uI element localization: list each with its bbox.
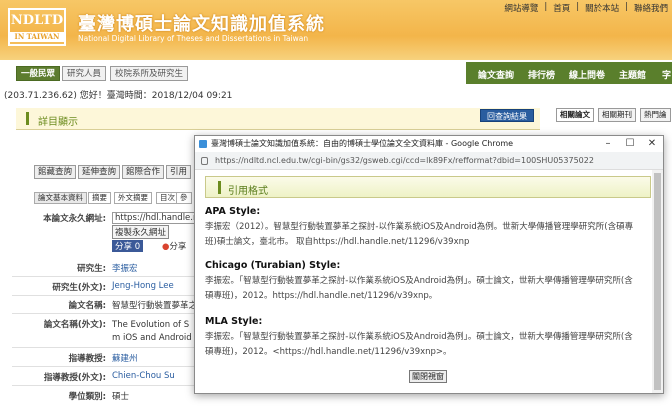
advisor-name[interactable]: 蘇建州 bbox=[112, 352, 138, 364]
link-sitemap[interactable]: 網站導覽 bbox=[504, 2, 538, 14]
tab-popular[interactable]: 熱門論 bbox=[640, 108, 671, 122]
close-window-button[interactable]: 關閉視窗 bbox=[409, 370, 447, 383]
mla-citation-line1: 李振宏。「智慧型行動裝置夢革之探討-以作業系統iOS及Android為例」。碩士… bbox=[205, 332, 633, 342]
back-to-results-button[interactable]: 回查詢結果 bbox=[480, 109, 534, 122]
window-title: 臺灣博碩士論文知識加值系統：自由的博碩士學位論文全文資料庫 - Google C… bbox=[195, 136, 595, 152]
link-home[interactable]: 首頁 bbox=[553, 2, 570, 14]
ndltd-logo[interactable]: NDLTD IN TAIWAN bbox=[8, 8, 66, 46]
chicago-style-label: Chicago (Turabian) Style: bbox=[205, 260, 341, 271]
permalink-field[interactable]: https://hdl.handle.net bbox=[112, 212, 196, 224]
nav-font[interactable]: 字 bbox=[662, 68, 671, 81]
apa-style-label: APA Style: bbox=[205, 206, 261, 217]
mla-style-label: MLA Style: bbox=[205, 316, 263, 327]
student-name-foreign[interactable]: Jeng-Hong Lee bbox=[112, 281, 174, 291]
thesis-title: 智慧型行動裝置夢革之 bbox=[112, 301, 198, 311]
advisor-name-foreign[interactable]: Chien-Chou Su bbox=[112, 371, 175, 381]
divider bbox=[12, 276, 202, 277]
mode-researcher[interactable]: 研究人員 bbox=[62, 66, 107, 81]
divider bbox=[12, 347, 202, 348]
site-title: 臺灣博碩士論文知識加值系統 bbox=[78, 14, 325, 35]
detail-header: 詳目顯示 bbox=[16, 108, 540, 130]
label-student: 研究生: bbox=[77, 264, 106, 274]
tab-cite[interactable]: 引用 bbox=[166, 165, 192, 179]
label-advisor: 指導教授: bbox=[68, 354, 106, 364]
site-subtitle: National Digital Library of Theses and D… bbox=[78, 34, 309, 43]
minimize-icon[interactable]: – bbox=[597, 136, 619, 152]
share-label: 分享 bbox=[169, 242, 187, 252]
google-share-button[interactable]: ●分享 bbox=[162, 240, 186, 252]
citation-popup-window: 臺灣博碩士論文知識加值系統：自由的博碩士學位論文全文資料庫 - Google C… bbox=[194, 135, 664, 394]
copy-permalink-button[interactable]: 複製永久網址 bbox=[112, 225, 170, 239]
nav-topics[interactable]: 主題館 bbox=[619, 68, 646, 81]
link-about[interactable]: 關於本站 bbox=[585, 2, 619, 14]
logo-subtext: IN TAIWAN bbox=[10, 32, 64, 42]
mode-public[interactable]: 一般民眾 bbox=[16, 66, 61, 81]
visitor-info: (203.71.236.62) 您好！臺灣時間：2018/12/04 09:21 bbox=[4, 91, 233, 101]
divider bbox=[12, 313, 202, 314]
label-advisor-foreign: 指導教授(外文): bbox=[43, 373, 106, 383]
tab-extended[interactable]: 延伸查詢 bbox=[78, 165, 121, 179]
top-links: 網站導覽 | 首頁 | 關於本站 | 聯絡我們 bbox=[504, 2, 668, 14]
label-degree: 學位類別: bbox=[68, 392, 106, 402]
chicago-citation-line1: 李振宏。「智慧型行動裝置夢革之探討-以作業系統iOS及Android為例」。碩士… bbox=[205, 276, 633, 286]
heading-bar bbox=[26, 112, 29, 125]
subtab-basic[interactable]: 論文基本資料 bbox=[34, 192, 87, 204]
thesis-title-foreign-line2: m iOS and Android bbox=[112, 333, 192, 343]
divider bbox=[12, 385, 202, 386]
address-bar[interactable]: https://ndltd.ncl.edu.tw/cgi-bin/gs32/gs… bbox=[195, 152, 663, 170]
subtab-foreign-abstract[interactable]: 外文摘要 bbox=[114, 192, 152, 204]
link-contact[interactable]: 聯絡我們 bbox=[634, 2, 668, 14]
subtab-abstract[interactable]: 摘要 bbox=[88, 192, 111, 204]
mode-school[interactable]: 校院系所及研究生 bbox=[110, 66, 189, 81]
nav-ranking[interactable]: 排行榜 bbox=[528, 68, 555, 81]
apa-citation-line1: 李振宏（2012）。智慧型行動裝置夢革之探討-以作業系統iOS及Android為… bbox=[205, 222, 634, 232]
thesis-title-foreign: The Evolution of S bbox=[112, 320, 190, 330]
facebook-share-button[interactable]: 分享 0 bbox=[112, 240, 144, 252]
citation-header: 引用格式 bbox=[205, 176, 651, 198]
close-icon[interactable]: ✕ bbox=[641, 136, 663, 152]
degree-type: 碩士 bbox=[112, 392, 130, 402]
label-student-foreign: 研究生(外文): bbox=[52, 283, 106, 293]
tab-related-journals[interactable]: 相關期刊 bbox=[598, 108, 636, 122]
label-title: 論文名稱: bbox=[68, 301, 106, 311]
maximize-icon[interactable]: ☐ bbox=[619, 136, 641, 152]
label-permalink: 本論文永久網址: bbox=[43, 214, 106, 224]
lock-icon bbox=[201, 157, 208, 165]
heading-bar bbox=[218, 181, 221, 194]
divider bbox=[12, 295, 202, 296]
label-title-foreign: 論文名稱(外文): bbox=[43, 320, 106, 330]
nav-survey[interactable]: 線上問卷 bbox=[569, 68, 605, 81]
divider bbox=[12, 366, 202, 367]
logo-text: NDLTD bbox=[10, 13, 64, 28]
tab-related-theses[interactable]: 相關論文 bbox=[556, 108, 594, 122]
tab-ill[interactable]: 館際合作 bbox=[122, 165, 165, 179]
apa-citation-line2: 班)碩士論文，臺北市。 取自https://hdl.handle.net/112… bbox=[205, 237, 470, 247]
chicago-citation-line2: 碩專班)，2012。https://hdl.handle.net/11296/v… bbox=[205, 291, 438, 301]
mla-citation-line2: 碩專班)，2012。<https://hdl.handle.net/11296/… bbox=[205, 347, 452, 357]
student-name[interactable]: 李振宏 bbox=[112, 262, 138, 274]
chrome-page-icon bbox=[199, 140, 207, 148]
detail-title: 詳目顯示 bbox=[38, 117, 78, 128]
nav-search[interactable]: 論文查詢 bbox=[478, 68, 514, 81]
citation-heading: 引用格式 bbox=[228, 186, 268, 197]
scrollbar-thumb[interactable] bbox=[654, 173, 661, 390]
tab-holdings[interactable]: 館藏查詢 bbox=[34, 165, 77, 179]
subtab-ref[interactable]: 參 bbox=[176, 192, 192, 204]
